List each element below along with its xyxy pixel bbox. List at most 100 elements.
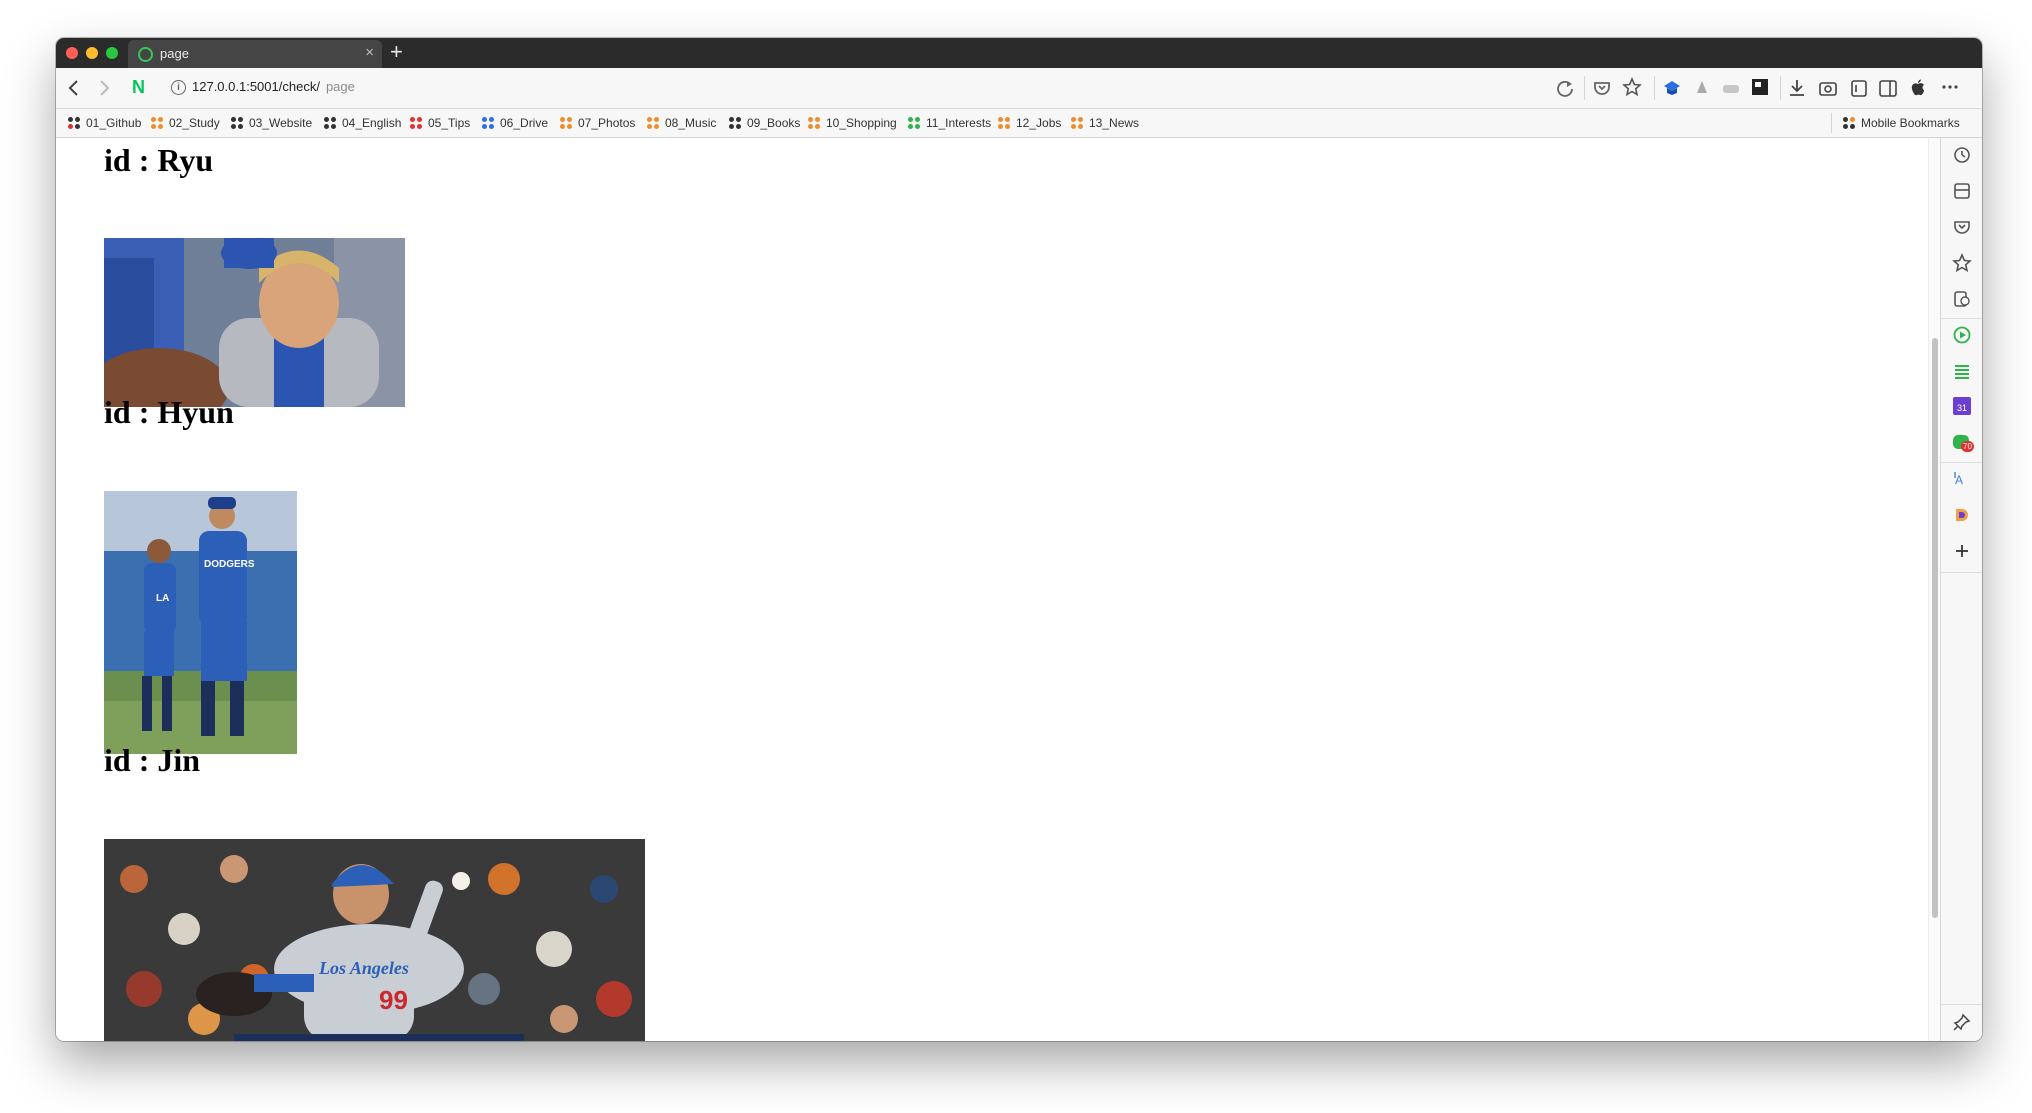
favorites-star-icon[interactable] (1952, 253, 1972, 273)
bookmark-label: Mobile Bookmarks (1861, 116, 1960, 130)
entry-title-jin: id : Jin (104, 742, 201, 778)
extension-cloud-icon[interactable] (1721, 79, 1741, 97)
entry-title-ryu: id : Ryu (104, 142, 214, 178)
naver-logo-icon[interactable]: N (132, 77, 152, 97)
hyun-photo: DODGERS LA (104, 491, 297, 754)
reload-icon[interactable] (1555, 78, 1575, 98)
folder-dots-icon (908, 117, 920, 129)
tab-page[interactable]: page × (128, 40, 382, 68)
sidebar-divider (1941, 462, 1982, 463)
extension-box-icon[interactable] (1751, 78, 1769, 96)
folder-dots-icon (68, 117, 80, 129)
tab-archive-icon[interactable] (1952, 181, 1972, 201)
list-icon[interactable] (1952, 361, 1972, 381)
bookmark-folder[interactable]: 09_Books (729, 116, 800, 130)
toolbar-divider (1584, 76, 1585, 100)
bookmark-folder[interactable]: 11_Interests (908, 116, 991, 130)
toolbar-divider (1780, 76, 1781, 100)
pocket-icon[interactable] (1592, 78, 1612, 98)
download-icon[interactable] (1788, 78, 1806, 98)
scroll-thumb[interactable] (1932, 338, 1938, 918)
bookmark-folder[interactable]: 03_Website (231, 116, 312, 130)
bookmark-label: 08_Music (665, 116, 717, 130)
tab-close-icon[interactable]: × (365, 44, 374, 61)
folder-dots-icon (151, 117, 163, 129)
bookmark-folder[interactable]: 05_Tips (410, 116, 470, 130)
search-history-icon[interactable] (1952, 145, 1972, 165)
apple-icon[interactable] (1909, 78, 1927, 98)
tab-strip: page × + (56, 38, 1982, 68)
bookmark-folder[interactable]: 04_English (324, 116, 401, 130)
media-play-icon[interactable] (1952, 325, 1972, 345)
drive-icon[interactable] (1952, 505, 1972, 525)
mobile-bookmarks-folder[interactable]: Mobile Bookmarks (1843, 116, 1960, 130)
bookmark-label: 11_Interests (926, 116, 992, 130)
bookmark-folder[interactable]: 12_Jobs (998, 116, 1061, 130)
entry-title-hyun: id : Hyun (104, 394, 234, 430)
bookmark-star-icon[interactable] (1622, 77, 1642, 97)
extension-tree-icon[interactable] (1693, 78, 1711, 98)
bookmark-folder[interactable]: 13_News (1071, 116, 1139, 130)
folder-dots-icon (647, 117, 659, 129)
bookmark-label: 02_Study (169, 116, 220, 130)
close-window-button[interactable] (66, 47, 78, 59)
new-tab-button[interactable]: + (390, 39, 403, 65)
bookmarks-divider (1831, 113, 1832, 133)
folder-dots-icon (1071, 117, 1083, 129)
folder-dots-icon (560, 117, 572, 129)
reader-view-icon[interactable] (1850, 78, 1868, 98)
sidebar-divider (1941, 1004, 1982, 1005)
jersey-dodgers-text: DODGERS (204, 559, 255, 570)
minimize-window-button[interactable] (86, 47, 98, 59)
folder-dots-icon (729, 117, 741, 129)
bookmark-folder[interactable]: 01_Github (68, 116, 141, 130)
bookmark-folder[interactable]: 07_Photos (560, 116, 635, 130)
bookmark-label: 04_English (342, 116, 402, 130)
add-panel-icon[interactable] (1952, 541, 1972, 561)
bookmark-label: 06_Drive (500, 116, 549, 130)
address-bar[interactable]: 127.0.0.1:5001/check/page (192, 79, 355, 94)
translate-icon[interactable]: A (1952, 469, 1972, 489)
folder-dots-icon (998, 117, 1010, 129)
calendar-icon[interactable]: 31 (1953, 397, 1971, 415)
browser-window: page × + N i 127.0.0.1:5001/check/page 0… (56, 38, 1982, 1041)
back-icon[interactable] (66, 78, 82, 98)
tab-favicon-icon (138, 47, 153, 62)
bookmark-folder[interactable]: 08_Music (647, 116, 716, 130)
history-icon[interactable] (1952, 289, 1972, 309)
bookmark-label: 09_Books (747, 116, 801, 130)
bookmarks-bar: 01_Github 02_Study 03_Website 04_English… (56, 109, 1982, 138)
toolbar-divider (1654, 76, 1655, 100)
bookmark-label: 10_Shopping (826, 116, 897, 130)
bookmark-label: 13_News (1089, 116, 1140, 130)
maximize-window-button[interactable] (106, 47, 118, 59)
folder-dots-icon (808, 117, 820, 129)
right-sidebar: 31 70 A (1940, 138, 1982, 1041)
tab-title: page (160, 46, 189, 61)
ryu-photo (104, 238, 405, 407)
address-toolbar: N i 127.0.0.1:5001/check/page (56, 68, 1982, 109)
jersey-la-text: LA (156, 593, 169, 604)
page-content: id : Ryu id : Hyun DODGERS LA id: Jin L… (56, 138, 1928, 1041)
pin-icon[interactable] (1952, 1012, 1972, 1032)
sidebar-divider (1941, 572, 1982, 573)
bookmark-label: 03_Website (249, 116, 313, 130)
notification-badge: 70 (1961, 441, 1974, 452)
messenger-icon[interactable]: 70 (1953, 433, 1974, 452)
jin-photo: Los Angeles 99 (104, 839, 645, 1041)
forward-icon[interactable] (96, 78, 112, 98)
bookmark-folder[interactable]: 02_Study (151, 116, 220, 130)
extension-shield-icon[interactable] (1662, 78, 1682, 98)
more-menu-icon[interactable] (1940, 82, 1960, 92)
sidebar-divider (1941, 318, 1982, 319)
bookmark-folder[interactable]: 10_Shopping (808, 116, 897, 130)
folder-dots-icon (324, 117, 336, 129)
site-info-icon[interactable]: i (171, 80, 186, 95)
bookmark-folder[interactable]: 06_Drive (482, 116, 548, 130)
sidebar-toggle-icon[interactable] (1878, 78, 1898, 98)
folder-dots-icon (231, 117, 243, 129)
bookmark-label: 05_Tips (428, 116, 471, 130)
screenshot-icon[interactable] (1818, 78, 1838, 98)
folder-dots-icon (1843, 117, 1855, 129)
pocket-sidebar-icon[interactable] (1952, 217, 1972, 237)
